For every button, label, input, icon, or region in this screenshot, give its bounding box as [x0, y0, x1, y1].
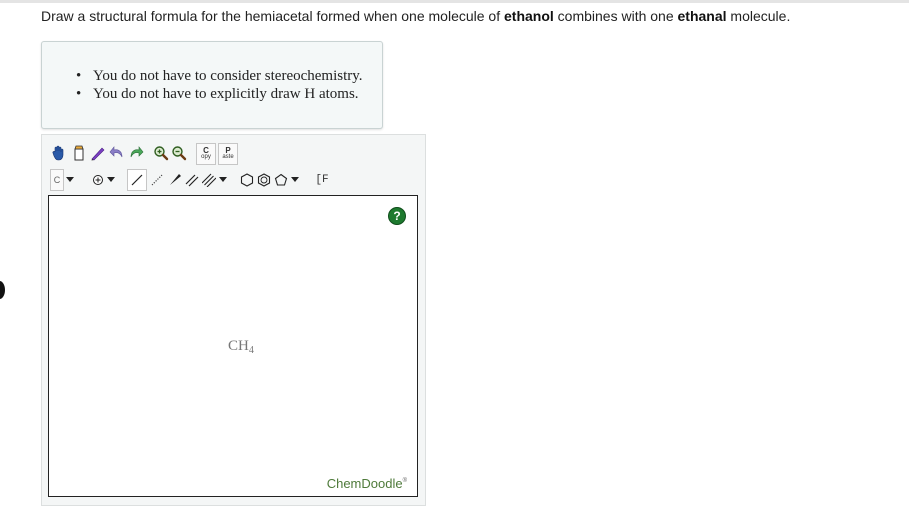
question-text: Draw a structural formula for the hemiac…: [41, 8, 790, 24]
ring-dropdown-chevron-icon[interactable]: [289, 169, 300, 191]
hint-item: You do not have to explicitly draw H ato…: [76, 85, 363, 103]
chemdoodle-brand: ChemDoodle®: [327, 476, 407, 491]
paste-label-small: aste: [222, 154, 234, 160]
question-bold-ethanol: ethanol: [504, 8, 554, 24]
zoom-in-icon[interactable]: [152, 143, 170, 163]
hint-item: You do not have to consider stereochemis…: [76, 67, 363, 85]
redo-icon[interactable]: [127, 143, 145, 163]
paste-button[interactable]: Paste: [218, 143, 238, 165]
question-bold-ethanal: ethanal: [677, 8, 727, 24]
eraser-icon[interactable]: [70, 143, 88, 163]
hint-box: You do not have to consider stereochemis…: [41, 41, 383, 129]
cyclopentane-ring-icon[interactable]: [272, 169, 290, 191]
question-part-3: molecule.: [726, 8, 791, 24]
bond-dropdown-chevron-icon[interactable]: [217, 169, 228, 191]
page-edge-marker: [0, 281, 5, 299]
zoom-out-icon[interactable]: [170, 143, 188, 163]
help-icon[interactable]: ?: [388, 207, 406, 225]
lasso-pen-icon[interactable]: [89, 143, 107, 163]
element-carbon-button[interactable]: C: [50, 169, 64, 191]
benzene-ring-icon[interactable]: [255, 169, 273, 191]
wedge-bond-icon[interactable]: [166, 169, 184, 191]
charge-dropdown-chevron-icon[interactable]: [105, 169, 116, 191]
brand-name: ChemDoodle: [326, 476, 403, 491]
dashed-bond-icon[interactable]: [148, 169, 166, 191]
drawing-canvas[interactable]: ? CH4 ChemDoodle®: [48, 195, 418, 497]
undo-icon[interactable]: [108, 143, 126, 163]
molecule-main: CH: [228, 338, 249, 354]
brand-registered-mark: ®: [402, 478, 407, 484]
bracket-tool-button[interactable]: [F: [312, 169, 332, 191]
hint-list: You do not have to consider stereochemis…: [76, 67, 363, 103]
hand-tool-icon[interactable]: [50, 143, 68, 163]
triple-bond-icon[interactable]: [200, 169, 218, 191]
molecule-subscript: 4: [248, 345, 254, 356]
top-divider: [0, 0, 909, 3]
copy-label-small: opy: [201, 154, 211, 160]
double-bond-icon[interactable]: [183, 169, 201, 191]
molecule-label[interactable]: CH4: [228, 338, 254, 356]
single-bond-icon[interactable]: [127, 169, 147, 191]
element-dropdown-chevron-icon[interactable]: [64, 169, 75, 191]
question-part-2: combines with one: [553, 8, 678, 24]
cyclohexane-ring-icon[interactable]: [238, 169, 256, 191]
question-part-1: Draw a structural formula for the hemiac…: [41, 8, 504, 24]
copy-button[interactable]: Copy: [196, 143, 216, 165]
